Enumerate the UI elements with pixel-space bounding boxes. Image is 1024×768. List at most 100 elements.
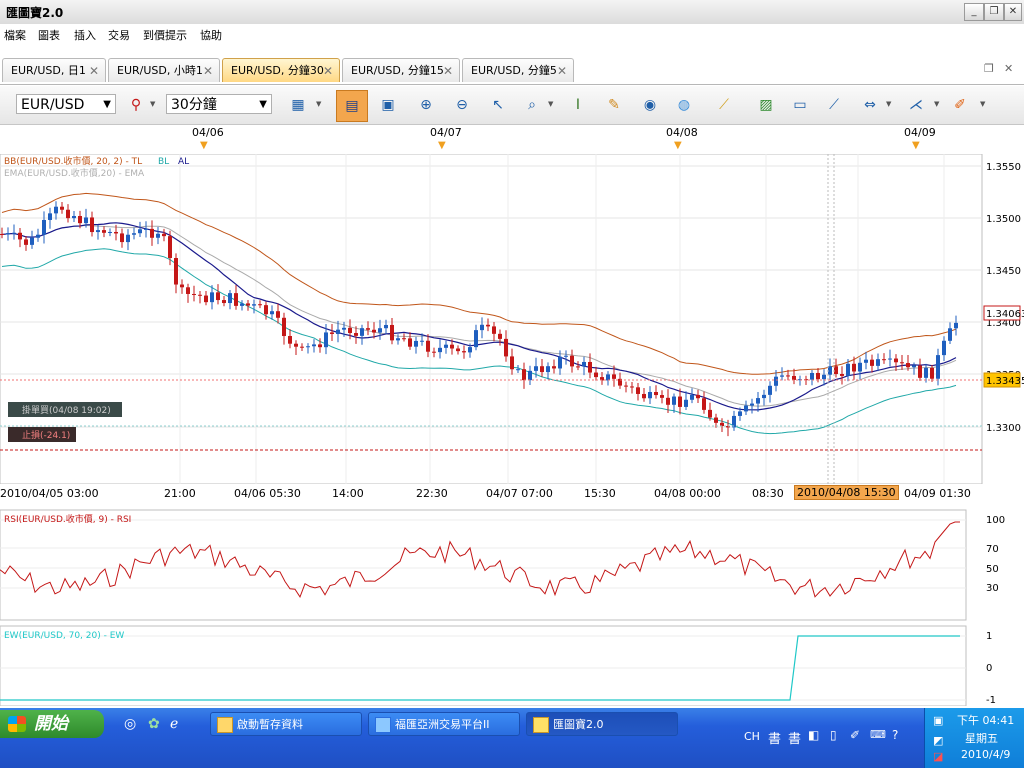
clock-weekday: 星期五: [965, 732, 998, 745]
order-label[interactable]: 掛單買(04/08 19:02): [22, 404, 111, 416]
close-chart-icon[interactable]: ✕: [1004, 62, 1013, 75]
horizontal-line-icon[interactable]: ⇔: [860, 95, 880, 115]
rsi-chart[interactable]: RSI(EUR/USD.收市價, 9) - RSI 100 70 50 30: [0, 508, 1024, 622]
menu-alert[interactable]: 到價提示: [143, 27, 187, 43]
ime-icon[interactable]: 書: [788, 728, 801, 747]
indicator-icon[interactable]: Ⅰ: [568, 95, 588, 115]
image-icon[interactable]: ▨: [756, 95, 776, 115]
x-tick: 21:00: [164, 487, 196, 500]
punctuation-icon[interactable]: ▯: [830, 728, 837, 742]
symbol-select[interactable]: EUR/USD ▼: [16, 94, 116, 114]
task-temp-data[interactable]: 啟動暫存資料: [210, 712, 362, 736]
price-chart-panel[interactable]: BB(EUR/USD.收市價, 20, 2) - TL BL AL EMA(EU…: [0, 154, 1024, 484]
menu-chart[interactable]: 圖表: [38, 27, 60, 43]
ie-icon[interactable]: ◎: [124, 716, 136, 732]
chevron-down-icon[interactable]: ▼: [934, 100, 939, 108]
candle-body: [0, 234, 4, 235]
help-icon[interactable]: ?: [892, 728, 898, 742]
eye-icon[interactable]: ◉: [640, 95, 660, 115]
clock-time[interactable]: 下午 04:41: [957, 712, 1014, 728]
magnifier-icon[interactable]: ⌕: [522, 95, 542, 115]
candle-body: [942, 340, 946, 356]
chevron-down-icon[interactable]: ▼: [316, 100, 321, 108]
candle-body: [882, 359, 886, 361]
fan-icon[interactable]: ⋌: [906, 95, 926, 115]
candle-body: [24, 239, 28, 245]
tab-eurusd-h1[interactable]: EUR/USD, 小時1 ✕: [108, 58, 220, 82]
start-button[interactable]: 開始: [0, 710, 104, 738]
zoom-out-icon[interactable]: ⊖: [452, 95, 472, 115]
bar-mode-icon[interactable]: ▣: [378, 95, 398, 115]
close-icon[interactable]: ✕: [203, 59, 213, 83]
zoom-tool-icon[interactable]: ⚲: [126, 95, 146, 115]
tab-eurusd-d1[interactable]: EUR/USD, 日1 ✕: [2, 58, 106, 82]
close-icon[interactable]: ✕: [89, 59, 99, 83]
task-huitubao[interactable]: 匯圖寶2.0: [526, 712, 678, 736]
ime-icon[interactable]: 書: [768, 728, 781, 747]
restore-chart-icon[interactable]: ❐: [984, 62, 994, 75]
ime-mode-icon[interactable]: ◧: [808, 728, 819, 742]
legend-al[interactable]: AL: [178, 157, 189, 167]
date-marker-icon[interactable]: ▼: [912, 140, 920, 151]
candle-body: [900, 362, 904, 364]
candle-body: [396, 338, 400, 341]
tool-icon[interactable]: ✐: [850, 728, 860, 742]
legend-ema[interactable]: EMA(EUR/USD.收市價,20) - EMA: [4, 167, 145, 179]
chart-toolbar: EUR/USD ▼ ⚲ ▼ 30分鐘 ▼ ▦ ▼ ▤ ▣ ⊕ ⊖ ↖ ⌕ ▼ Ⅰ ✎…: [0, 86, 1024, 125]
cursor-icon[interactable]: ↖: [488, 95, 508, 115]
tab-eurusd-m15[interactable]: EUR/USD, 分鐘15 ✕: [342, 58, 460, 82]
task-trading-platform[interactable]: 福匯亞洲交易平台II: [368, 712, 520, 736]
date-marker-icon[interactable]: ▼: [438, 140, 446, 151]
menu-file[interactable]: 檔案: [4, 27, 26, 43]
ew-chart[interactable]: EW(EUR/USD, 70, 20) - EW 1 0 -1: [0, 624, 1024, 706]
menu-trade[interactable]: 交易: [108, 27, 130, 43]
date-label: 04/09: [904, 126, 936, 139]
pen-icon[interactable]: ✐: [950, 95, 970, 115]
restore-button[interactable]: ❐: [984, 3, 1004, 21]
messenger-icon[interactable]: ✿: [148, 716, 160, 732]
ew-panel[interactable]: EW(EUR/USD, 70, 20) - EW 1 0 -1: [0, 624, 1024, 706]
ew-legend[interactable]: EW(EUR/USD, 70, 20) - EW: [4, 631, 124, 641]
zoom-in-icon[interactable]: ⊕: [416, 95, 436, 115]
ruler-icon[interactable]: ⟋: [714, 95, 734, 115]
language-indicator[interactable]: CH: [744, 730, 760, 743]
browser-icon[interactable]: ℯ: [170, 716, 178, 732]
chart-type-icon[interactable]: ▦: [288, 95, 308, 115]
chevron-down-icon[interactable]: ▼: [886, 100, 891, 108]
menu-insert[interactable]: 插入: [74, 27, 96, 43]
tray-icon[interactable]: ▣: [933, 714, 943, 727]
menu-help[interactable]: 協助: [200, 27, 222, 43]
price-chart[interactable]: BB(EUR/USD.收市價, 20, 2) - TL BL AL EMA(EU…: [0, 154, 1024, 484]
stop-label[interactable]: 止損(-24.1): [22, 429, 70, 441]
candle-body: [624, 385, 628, 387]
close-icon[interactable]: ✕: [323, 59, 333, 83]
close-icon[interactable]: ✕: [443, 59, 453, 83]
minimize-button[interactable]: _: [964, 3, 984, 21]
close-button[interactable]: ✕: [1004, 3, 1022, 21]
keyboard-icon[interactable]: ⌨: [870, 728, 886, 741]
rsi-panel[interactable]: RSI(EUR/USD.收市價, 9) - RSI 100 70 50 30: [0, 508, 1024, 622]
date-marker-icon[interactable]: ▼: [200, 140, 208, 151]
chevron-down-icon[interactable]: ▼: [548, 100, 553, 108]
timeframe-select[interactable]: 30分鐘 ▼: [166, 94, 272, 114]
tray-icon[interactable]: ◪: [933, 750, 943, 763]
date-marker-icon[interactable]: ▼: [674, 140, 682, 151]
candle-body: [738, 411, 742, 416]
edit-icon[interactable]: ✎: [604, 95, 624, 115]
tab-label: EUR/USD, 日1: [11, 64, 86, 77]
legend-bb[interactable]: BB(EUR/USD.收市價, 20, 2) - TL: [4, 155, 142, 167]
tray-icon[interactable]: ◩: [933, 734, 943, 747]
candlestick-mode-icon[interactable]: ▤: [336, 90, 368, 122]
tab-eurusd-m30[interactable]: EUR/USD, 分鐘30 ✕: [222, 58, 340, 82]
template-icon[interactable]: ▭: [790, 95, 810, 115]
candle-body: [774, 376, 778, 386]
globe-icon[interactable]: ◍: [674, 95, 694, 115]
chevron-down-icon[interactable]: ▼: [980, 100, 985, 108]
rsi-legend[interactable]: RSI(EUR/USD.收市價, 9) - RSI: [4, 513, 131, 525]
chevron-down-icon[interactable]: ▼: [150, 100, 155, 108]
candle-body: [756, 398, 760, 404]
close-icon[interactable]: ✕: [557, 59, 567, 83]
trendline-icon[interactable]: ⟋: [824, 95, 844, 115]
legend-bl[interactable]: BL: [158, 157, 169, 167]
tab-eurusd-m5[interactable]: EUR/USD, 分鐘5 ✕: [462, 58, 574, 82]
